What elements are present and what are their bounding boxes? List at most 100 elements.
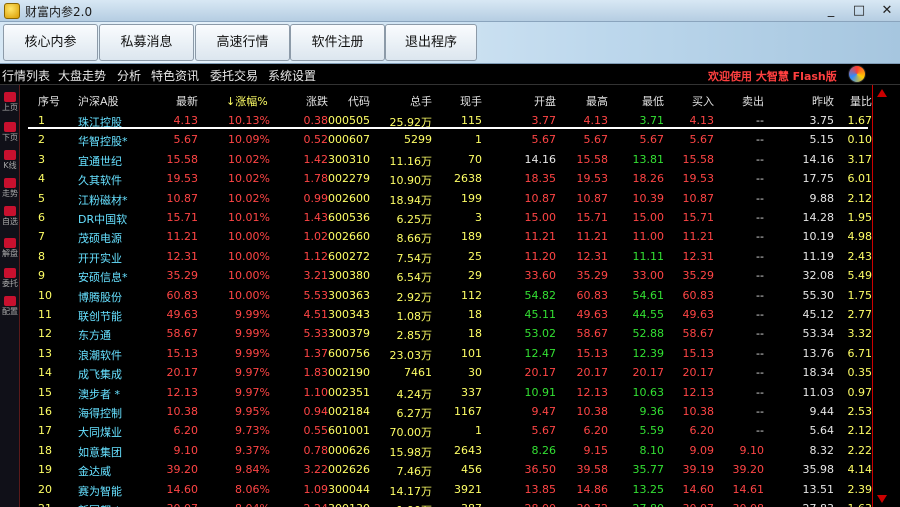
col-code: 000505 [328,114,370,127]
menu-market-trend[interactable]: 大盘走势 [58,67,106,84]
col-change-pct: 9.84% [235,463,270,477]
sidebar-prev-page[interactable]: 上页 [0,89,20,119]
table-row[interactable]: 15 澳步者 * 12.13 9.97% 1.10 002351 4.24万 337 10.91… [20,384,872,403]
col-current-hand: 387 [461,502,482,507]
header-col-name[interactable]: 沪深A股 [78,93,119,109]
col-index: 10 [38,288,52,302]
col-code: 600272 [328,249,370,263]
toolbar-register-button[interactable]: 软件注册 [290,24,385,61]
header-col-vol-ratio[interactable]: 量比 [850,93,872,109]
sidebar-kline[interactable]: K线 [0,147,20,177]
col-change: 1.10 [303,385,329,399]
menu-settings[interactable]: 系统设置 [268,67,316,84]
col-ask: -- [756,114,764,127]
sidebar-commentary[interactable]: 解盘 [0,235,20,265]
col-low: 52.88 [632,327,665,341]
scroll-down-icon[interactable] [877,495,887,503]
header-col-index[interactable]: 序号 [38,93,60,109]
scroll-up-icon[interactable] [877,89,887,97]
sidebar-trade[interactable]: 委托 [0,265,20,295]
col-open: 11.21 [524,230,557,244]
menu-analysis[interactable]: 分析 [117,67,141,84]
sidebar-trend[interactable]: 走势 [0,175,20,205]
col-change: 1.42 [303,152,329,166]
header-col-change-pct[interactable]: ↓涨幅% [226,93,268,109]
toolbar-private-news-button[interactable]: 私募消息 [99,24,194,61]
col-vol-ratio: 1.75 [847,288,873,302]
table-row[interactable]: 12 东方通 58.67 9.99% 5.33 300379 2.85万 18 53.02 58.… [20,325,872,344]
toolbar-core-button[interactable]: 核心内参 [3,24,98,61]
table-row[interactable]: 17 大同煤业 6.20 9.73% 0.55 601001 70.00万 1 5.67 6.20… [20,422,872,441]
col-low: 8.10 [639,443,665,457]
table-row[interactable]: 10 博腾股份 60.83 10.00% 5.53 300363 2.92万 112 54.82… [20,287,872,306]
col-current-hand: 70 [468,152,482,166]
col-name: 安硕信息* [78,271,128,285]
menu-quote-list[interactable]: 行情列表 [2,67,50,84]
table-row[interactable]: 19 金达威 39.20 9.84% 3.22 002626 7.46万 456 36.50 39… [20,461,872,480]
col-prev-close: 3.75 [809,114,835,127]
vertical-scrollbar[interactable] [872,85,900,507]
col-bid: 35.29 [682,269,715,283]
table-row[interactable]: 14 成飞集成 20.17 9.97% 1.83 002190 7461 30 20.17 20.… [20,364,872,383]
table-row[interactable]: 5 江粉磁材* 10.87 10.02% 0.99 002600 18.94万 199 10.8… [20,190,872,209]
col-bid: 12.13 [682,385,715,399]
col-current-hand: 1 [475,133,482,147]
col-current-hand: 2638 [454,172,482,186]
header-col-ask[interactable]: 卖出 [742,93,764,109]
sidebar-watchlist[interactable]: 自选 [0,203,20,233]
table-row[interactable]: 7 茂硕电源 11.21 10.00% 1.02 002660 8.66万 189 11.21 1… [20,228,872,247]
col-volume: 7.54万 [396,251,433,265]
table-row[interactable]: 11 联创节能 49.63 9.99% 4.51 300343 1.08万 18 45.11 49… [20,306,872,325]
col-open: 53.02 [524,327,557,341]
menu-trade[interactable]: 委托交易 [210,67,258,84]
menu-special-info[interactable]: 特色资讯 [151,67,199,84]
table-row[interactable]: 3 宜通世纪 15.58 10.02% 1.42 300310 11.16万 70 14.16 1… [20,151,872,170]
table-row[interactable]: 6 DR中国软 15.71 10.01% 1.43 600536 6.25万 3 15.00 15… [20,209,872,228]
close-button[interactable]: ✕ [876,2,898,20]
toolbar-exit-button[interactable]: 退出程序 [385,24,477,61]
table-row[interactable]: 18 如意集团 9.10 9.37% 0.78 000626 15.98万 2643 8.26 9… [20,442,872,461]
col-ask: 9.10 [739,443,765,457]
col-index: 15 [38,385,52,399]
col-change: 0.52 [303,133,329,147]
table-row[interactable]: 2 华智控股* 5.67 10.09% 0.52 000607 5299 1 5.67 5.67 5… [20,131,872,150]
col-change: 1.83 [303,366,329,380]
table-row[interactable]: 4 久其软件 19.53 10.02% 1.78 002279 10.90万 2638 18.3… [20,170,872,189]
refresh-icon[interactable] [848,65,866,83]
header-col-low[interactable]: 最低 [642,93,664,109]
table-row[interactable]: 8 开开实业 12.31 10.00% 1.12 600272 7.54万 25 11.20 12… [20,248,872,267]
header-col-code[interactable]: 代码 [348,93,370,109]
col-open: 11.20 [524,249,557,263]
col-prev-close: 9.44 [809,405,835,418]
col-change-pct: 9.73% [235,424,270,438]
col-ask: -- [756,308,764,321]
col-last: 19.53 [166,172,199,186]
selected-row-marker [28,127,868,129]
header-col-prev-close[interactable]: 昨收 [812,93,834,109]
config-icon [4,296,16,306]
minimize-button[interactable]: _ [820,2,842,20]
table-row[interactable]: 13 浪潮软件 15.13 9.99% 1.37 600756 23.03万 101 12.47… [20,345,872,364]
header-col-high[interactable]: 最高 [586,93,608,109]
col-change: 1.37 [303,346,329,360]
col-ask: -- [756,191,764,205]
header-col-current-hand[interactable]: 现手 [460,93,482,109]
table-row[interactable]: 21 新国都 * 30.07 8.04% 2.24300130 1.90万 387 28.00… [20,500,872,507]
header-col-open[interactable]: 开盘 [534,93,556,109]
col-change-pct: 9.99% [235,308,270,321]
toolbar-quotes-button[interactable]: 高速行情 [195,24,290,61]
header-col-bid[interactable]: 买入 [692,93,714,109]
col-change-pct: 9.99% [235,346,270,360]
header-col-change[interactable]: 涨跌 [306,93,328,109]
col-low: 5.59 [639,424,665,438]
header-col-volume[interactable]: 总手 [410,93,432,109]
sidebar-config[interactable]: 配置 [0,293,20,323]
table-row[interactable]: 9 安硕信息* 35.29 10.00% 3.21 300380 6.54万 29 33.60 3… [20,267,872,286]
table-row[interactable]: 20 赛为智能 14.60 8.06% 1.09 300044 14.17万 3921 13.8… [20,481,872,500]
maximize-button[interactable]: □ [848,2,870,20]
table-row[interactable]: 16 海得控制 10.38 9.95% 0.94 002184 6.27万 1167 9.47 1… [20,403,872,422]
col-index: 19 [38,463,52,477]
sidebar-next-page[interactable]: 下页 [0,119,20,149]
header-col-last[interactable]: 最新 [176,93,198,109]
col-ask: 39.20 [732,463,765,477]
